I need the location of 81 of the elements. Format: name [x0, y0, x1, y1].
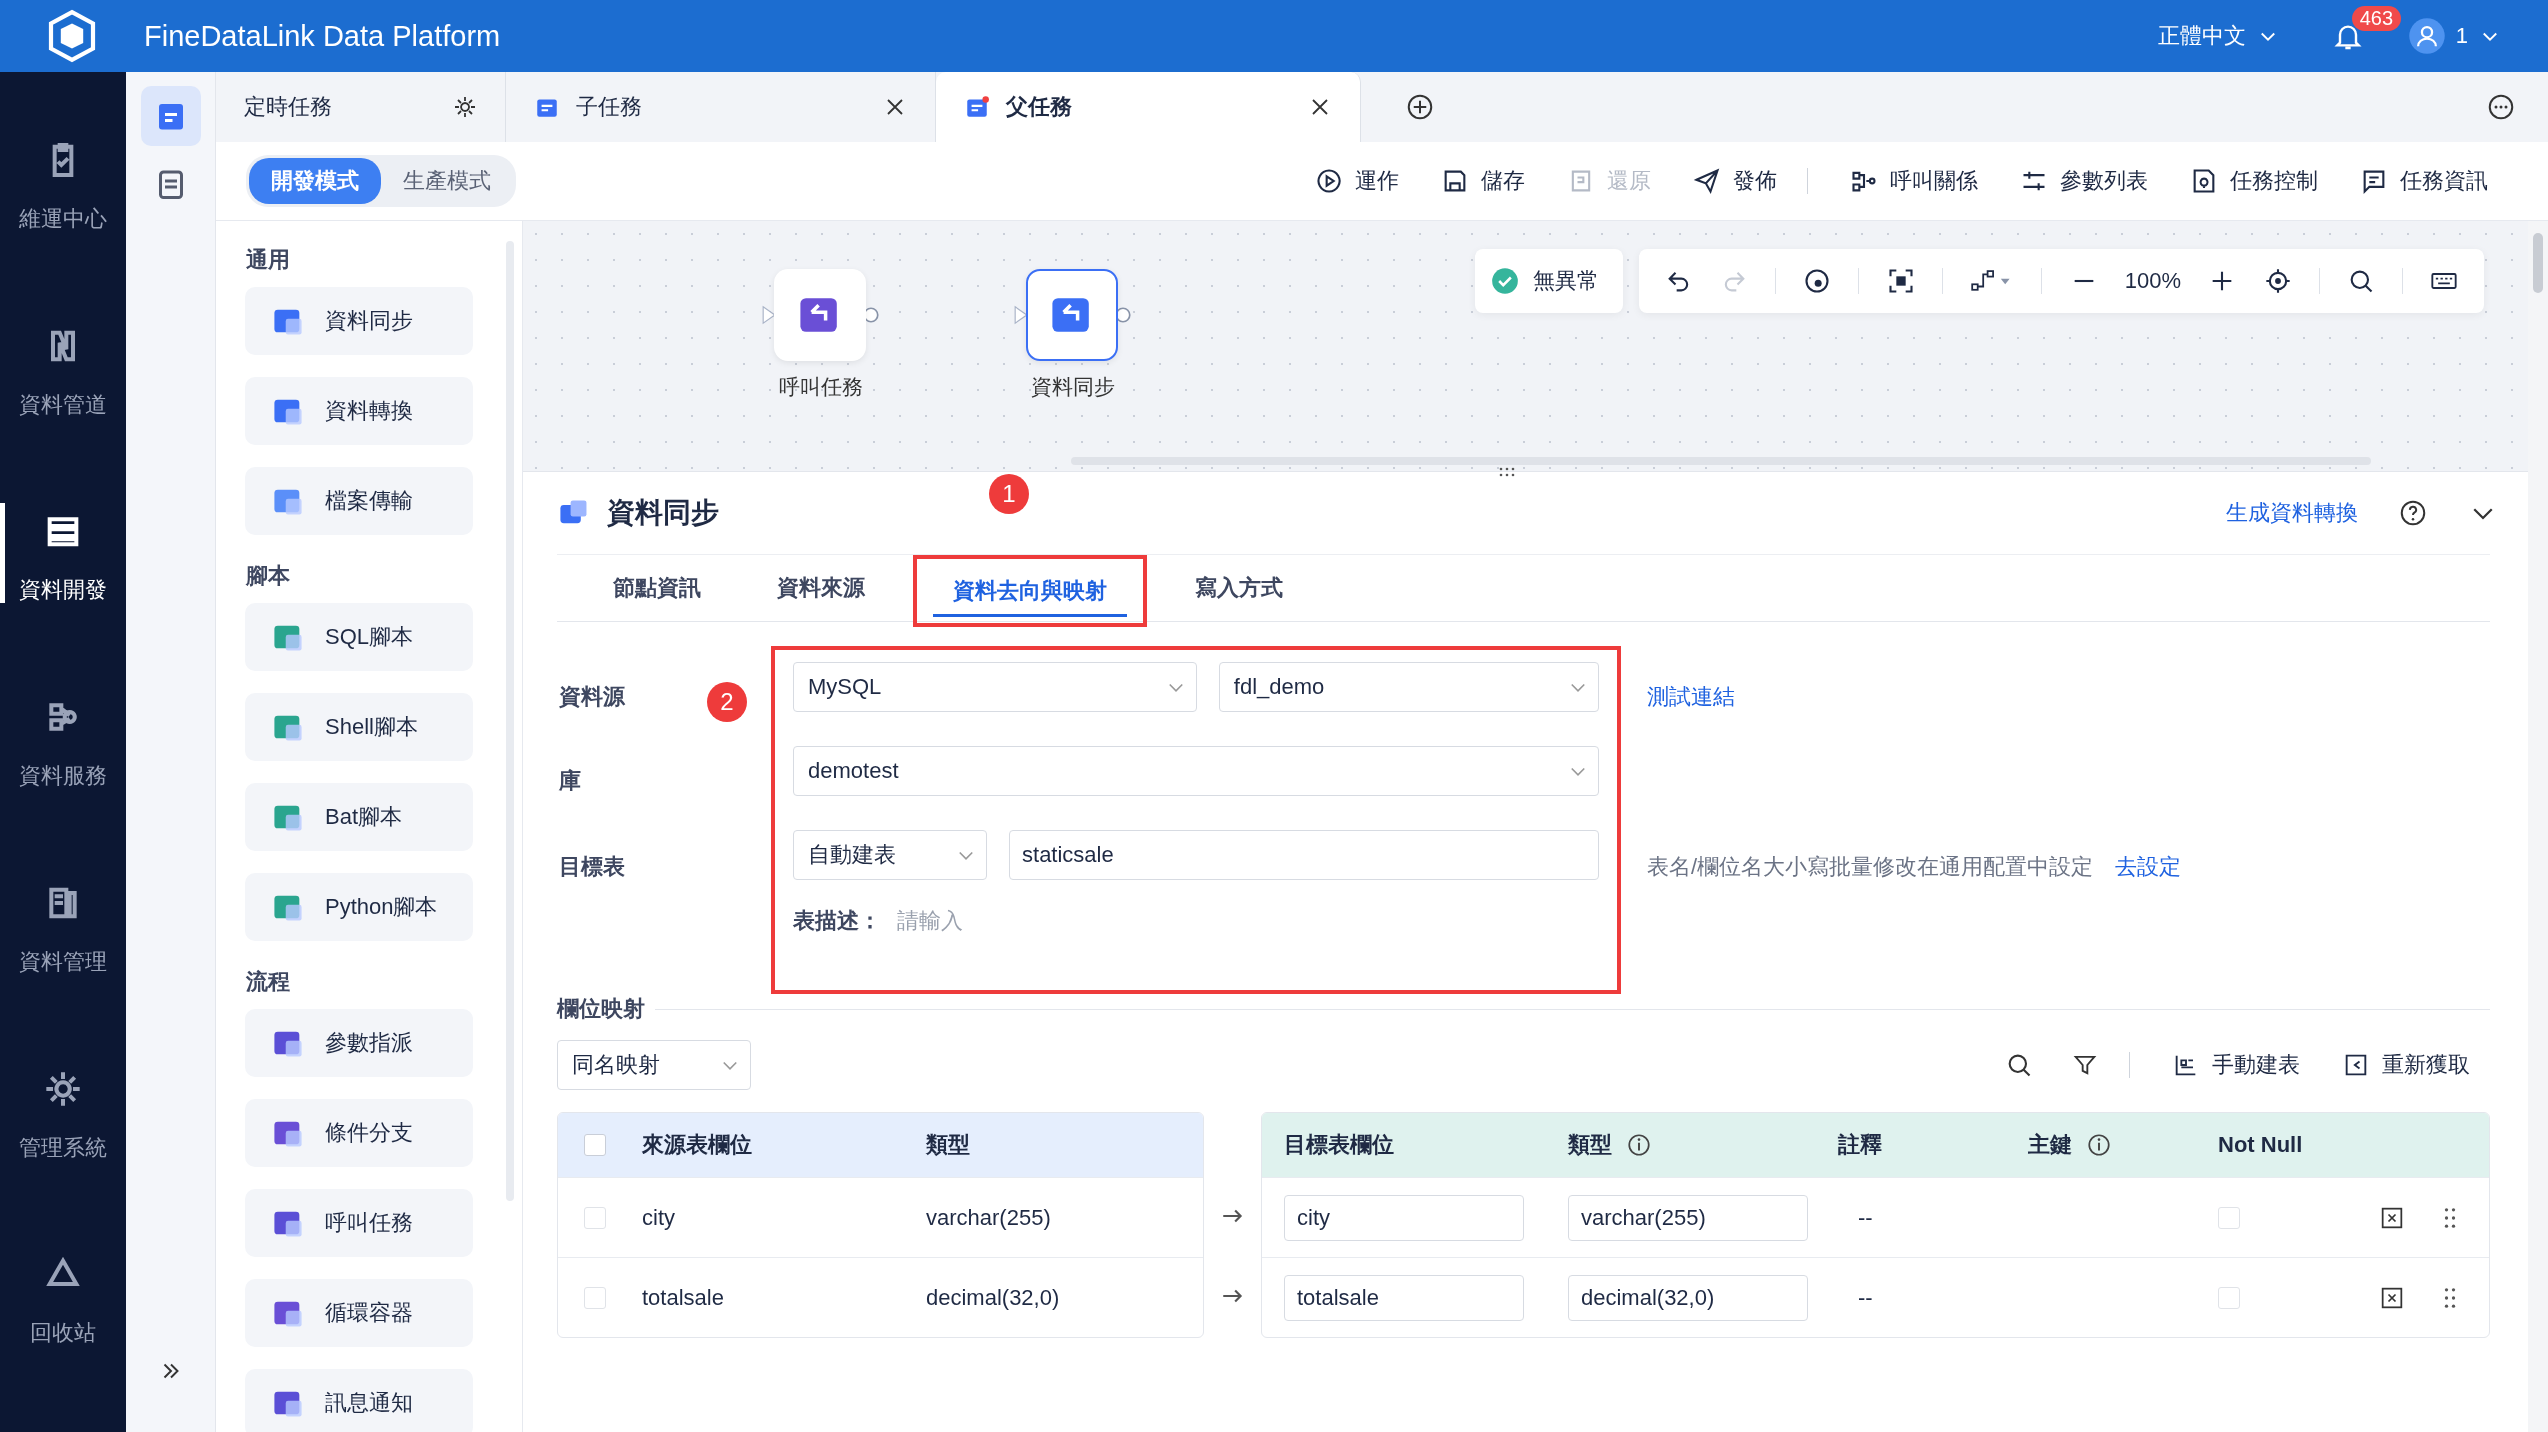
- toolbar-action[interactable]: 呼叫關係: [1850, 166, 1978, 196]
- node-label: 呼叫任務: [779, 374, 863, 400]
- palette-item[interactable]: Bat腳本: [245, 783, 473, 851]
- hint-text: 表名/欄位名大小寫批量修改在通用配置中設定: [1647, 853, 2094, 881]
- table-name-field[interactable]: staticsale: [1009, 830, 1599, 880]
- step-marker: 1: [989, 474, 1029, 514]
- zoom-level: 100%: [2124, 268, 2182, 294]
- status-text: 無異常: [1533, 267, 1599, 295]
- notification-badge: 463: [2351, 6, 2402, 31]
- config-tab[interactable]: 節點資訊: [585, 555, 729, 621]
- generate-link[interactable]: 生成資料轉換: [2226, 498, 2358, 528]
- table-cell-text: city: [642, 1204, 676, 1231]
- column-header: 類型: [926, 1131, 971, 1159]
- column-header: 類型: [1568, 1131, 1612, 1159]
- toolbar-action[interactable]: 發佈: [1693, 166, 1777, 196]
- toolbar-action[interactable]: 參數列表: [2020, 166, 2148, 196]
- palette-item[interactable]: 條件分支: [245, 1099, 473, 1167]
- table-cell-text: totalsale: [642, 1284, 725, 1311]
- field-label: 目標表: [559, 853, 625, 881]
- section-title: 欄位映射: [557, 995, 645, 1023]
- palette-item[interactable]: 檔案傳輸: [245, 467, 473, 535]
- palette-item[interactable]: 資料同步: [245, 287, 473, 355]
- settings-link[interactable]: 去設定: [2115, 852, 2182, 882]
- palette-section-title: 腳本: [246, 562, 291, 590]
- target-field-input[interactable]: totalsale: [1284, 1274, 1524, 1321]
- panel-title: 資料同步: [607, 496, 719, 530]
- language-selector[interactable]: 正體中文: [2157, 21, 2278, 51]
- config-tab[interactable]: 寫入方式: [1167, 555, 1311, 621]
- nav-item[interactable]: 資料管道: [0, 317, 126, 504]
- refresh-button[interactable]: 重新獲取: [2342, 1050, 2470, 1080]
- table-cell: --: [1858, 1204, 1873, 1231]
- node-label: 資料同步: [1031, 374, 1115, 400]
- mapping-strategy-select[interactable]: 同名映射: [557, 1040, 751, 1090]
- palette-item[interactable]: 循環容器: [245, 1279, 473, 1347]
- toolbar-action[interactable]: 儲存: [1441, 166, 1525, 196]
- column-header: 來源表欄位: [642, 1131, 753, 1159]
- nav-item[interactable]: 資料服務: [0, 689, 126, 875]
- nav-item[interactable]: 回收站: [0, 1246, 126, 1432]
- mode-option[interactable]: 開發模式: [249, 158, 381, 204]
- palette-item[interactable]: 訊息通知: [245, 1369, 473, 1432]
- column-header: 主鍵: [2028, 1131, 2072, 1159]
- column-header: 目標表欄位: [1284, 1131, 1394, 1159]
- step-marker: 2: [707, 682, 747, 722]
- nav-item[interactable]: 資料開發: [0, 503, 126, 690]
- target-type-input[interactable]: varchar(255): [1568, 1194, 1808, 1241]
- nav-item[interactable]: 管理系統: [0, 1060, 126, 1247]
- target-field-input[interactable]: city: [1284, 1194, 1524, 1241]
- field-label: 庫: [559, 767, 581, 795]
- toolbar-action[interactable]: 任務控制: [2190, 166, 2318, 196]
- field-label: 資料源: [559, 683, 625, 711]
- mode-option[interactable]: 生產模式: [381, 158, 513, 204]
- config-tab[interactable]: 資料來源: [749, 555, 893, 621]
- test-connection-link[interactable]: 測試連結: [1647, 682, 1735, 712]
- manual-create-button[interactable]: 手動建表: [2172, 1050, 2300, 1080]
- palette-item[interactable]: Python腳本: [245, 873, 473, 941]
- palette-section-title: 通用: [246, 246, 291, 274]
- column-header: 註釋: [1838, 1131, 1882, 1159]
- app-title: FineDataLink Data Platform: [144, 19, 501, 53]
- database-select[interactable]: demotest: [793, 746, 1599, 796]
- user-menu[interactable]: 1: [2455, 23, 2500, 49]
- nav-item[interactable]: 資料管理: [0, 874, 126, 1061]
- task-tab[interactable]: 父任務: [936, 72, 1361, 142]
- palette-item[interactable]: 呼叫任務: [245, 1189, 473, 1257]
- config-tab[interactable]: 資料去向與映射: [913, 555, 1147, 627]
- toolbar-action[interactable]: 任務資訊: [2360, 166, 2488, 196]
- field-label: 表描述：: [793, 907, 881, 935]
- table-cell-text: varchar(255): [926, 1204, 1052, 1231]
- palette-item[interactable]: 參數指派: [245, 1009, 473, 1077]
- table-cell: --: [1858, 1284, 1873, 1311]
- palette-item[interactable]: SQL腳本: [245, 603, 473, 671]
- palette-section-title: 流程: [246, 968, 291, 996]
- table-cell-text: decimal(32,0): [926, 1284, 1061, 1311]
- palette-item[interactable]: 資料轉換: [245, 377, 473, 445]
- target-type-input[interactable]: decimal(32,0): [1568, 1274, 1808, 1321]
- toolbar-action[interactable]: 運作: [1315, 166, 1399, 196]
- column-header: Not Null: [2218, 1132, 2303, 1158]
- connection-select[interactable]: fdl_demo: [1218, 662, 1599, 712]
- palette-item[interactable]: Shell腳本: [245, 693, 473, 761]
- nav-item[interactable]: 維運中心: [0, 132, 126, 318]
- table-mode-select[interactable]: 自動建表: [793, 830, 987, 880]
- source-type-select[interactable]: MySQL: [793, 662, 1197, 712]
